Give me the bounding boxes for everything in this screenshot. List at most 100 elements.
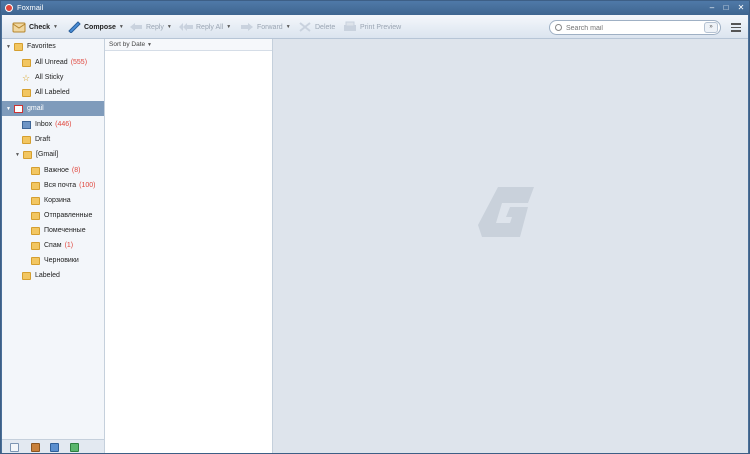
search-box: » [549,20,721,35]
sidebar-item-gmail-account[interactable]: ▼ gmail [2,101,104,116]
folder-icon [31,226,40,235]
sidebar-item-subfolder[interactable]: Спам (1) [2,238,104,253]
unread-count: (555) [70,59,88,66]
close-button[interactable]: ✕ [736,3,746,13]
expand-triangle-icon[interactable]: ▼ [15,152,23,158]
title-bar: Foxmail – □ ✕ [1,1,749,15]
sidebar-item-all-unread[interactable]: All Unread (555) [2,55,104,70]
subfolder-count: (8) [71,167,81,174]
pen-icon [67,21,81,34]
favorites-label: Favorites [27,43,56,50]
app-window: Foxmail – □ ✕ Check ▼ Compose ▼ Reply ▼ Rep… [0,0,750,454]
sidebar-item-all-labeled[interactable]: All Labeled [2,85,104,100]
message-list-pane: Sort by Date ▼ [105,39,273,453]
reply-all-button[interactable]: Reply All ▼ [179,19,231,35]
gmail-icon [14,104,23,113]
folder-icon [31,166,40,175]
subfolder-label: Вся почта [44,182,77,189]
sidebar-item-gmail-folder[interactable]: ▼ [Gmail] [2,147,104,162]
foxmail-watermark-icon [478,187,534,237]
reply-label: Reply [146,23,164,31]
subfolder-label: Корзина [44,197,71,204]
favorites-group[interactable]: ▼ Favorites [2,39,104,54]
printer-icon [343,21,357,33]
inbox-label: Inbox [35,121,53,128]
notes-icon[interactable] [70,443,79,452]
mail-view-icon[interactable] [10,443,19,452]
sort-by-date-button[interactable]: Sort by Date ▼ [105,39,272,51]
chevron-down-icon[interactable]: ▼ [167,24,172,30]
print-preview-label: Print Preview [360,23,402,31]
preview-pane [273,39,748,453]
sidebar-item-inbox[interactable]: Inbox (446) [2,117,104,132]
chevron-down-icon[interactable]: ▼ [286,24,291,30]
subfolder-label: Помеченные [44,227,86,234]
sidebar-item-subfolder[interactable]: Отправленные [2,208,104,223]
folder-icon [22,58,31,67]
chevron-down-icon[interactable]: ▼ [53,24,58,30]
sidebar-item-subfolder[interactable]: Вся почта (100) [2,178,104,193]
folder-icon [31,211,40,220]
sidebar-item-all-sticky[interactable]: ☆ All Sticky [2,70,104,85]
reply-all-label: Reply All [196,23,224,31]
reply-button[interactable]: Reply ▼ [129,19,172,35]
labeled-label: Labeled [35,272,60,279]
folder-sidebar: ▼ Favorites All Unread (555) ☆ All Stick… [2,39,105,453]
forward-label: Forward [257,23,283,31]
folder-icon [31,196,40,205]
folder-icon [23,150,32,159]
forward-button[interactable]: Forward ▼ [240,19,291,35]
sidebar-bottom-bar [2,439,104,453]
print-preview-button[interactable]: Print Preview [343,19,401,35]
subfolder-count: (100) [79,182,96,189]
sidebar-item-subfolder[interactable]: Важное (8) [2,163,104,178]
sidebar-item-subfolder[interactable]: Корзина [2,193,104,208]
forward-arrow-icon [240,21,254,33]
check-label: Check [29,23,51,31]
main-menu-icon[interactable] [731,23,741,32]
draft-icon [22,135,31,144]
search-options-chevron-icon[interactable]: » [704,22,718,33]
folder-icon [31,256,40,265]
expand-triangle-icon[interactable]: ▼ [6,44,14,50]
delete-button[interactable]: Delete [298,19,335,35]
subfolder-label: Отправленные [44,212,93,219]
label-icon [22,88,31,97]
chevron-down-icon[interactable]: ▼ [119,24,124,30]
account-label: gmail [27,105,44,112]
search-input[interactable] [566,23,696,33]
delete-label: Delete [315,23,336,31]
expand-triangle-icon[interactable]: ▼ [6,106,14,112]
all-sticky-label: All Sticky [35,74,64,81]
chevron-down-icon[interactable]: ▼ [226,24,231,30]
check-button[interactable]: Check ▼ [12,19,58,35]
folder-icon [31,181,40,190]
label-icon [22,271,31,280]
reply-arrow-icon [129,21,143,33]
folder-icon [31,241,40,250]
search-icon [555,24,562,31]
address-book-icon[interactable] [31,443,40,452]
chevron-down-icon: ▼ [146,42,152,48]
mailbox-icon [12,21,26,33]
subfolder-label: Черновики [44,257,79,264]
star-icon: ☆ [22,72,31,83]
inbox-icon [22,120,31,129]
folder-icon [14,42,23,51]
sidebar-item-subfolder[interactable]: Черновики [2,253,104,268]
window-title: Foxmail [17,3,44,12]
calendar-icon[interactable] [50,443,59,452]
maximize-button[interactable]: □ [721,3,731,13]
main-toolbar: Check ▼ Compose ▼ Reply ▼ Reply All ▼ Forwar… [2,15,748,39]
sidebar-item-subfolder[interactable]: Помеченные [2,223,104,238]
compose-label: Compose [84,23,116,31]
subfolder-label: Спам [44,242,62,249]
delete-x-icon [298,21,312,33]
subfolder-label: Важное [44,167,69,174]
draft-label: Draft [35,136,51,143]
compose-button[interactable]: Compose ▼ [67,19,124,35]
sidebar-item-labeled[interactable]: Labeled [2,268,104,283]
minimize-button[interactable]: – [707,3,717,13]
foxmail-logo-icon [5,4,13,12]
sidebar-item-draft[interactable]: Draft [2,132,104,147]
